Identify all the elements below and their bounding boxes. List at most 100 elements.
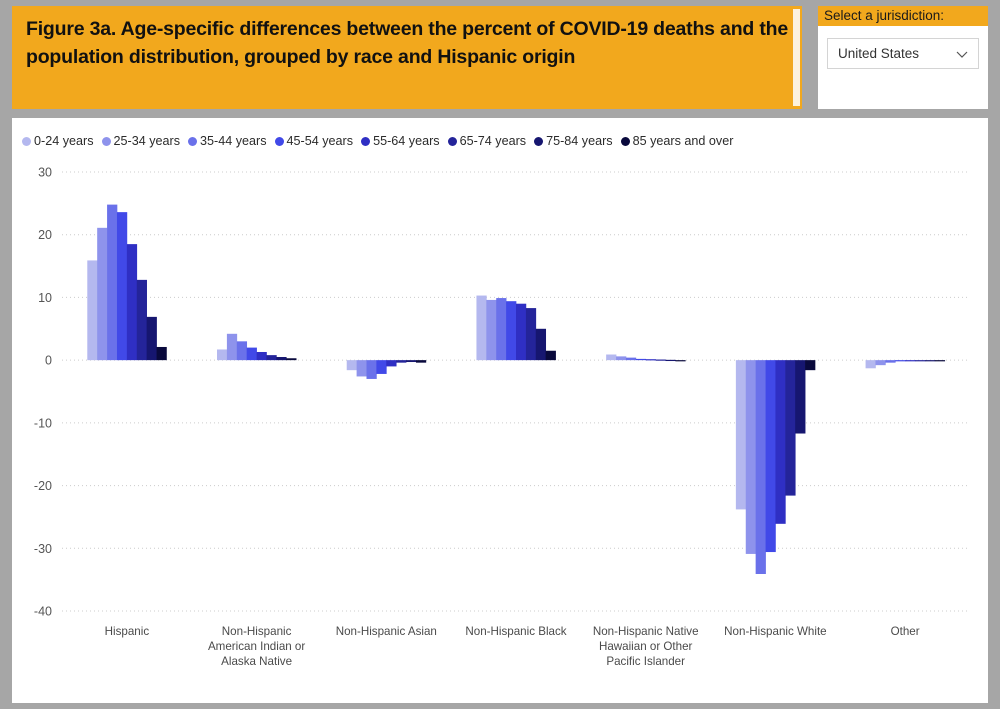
- y-axis-tick-label: 30: [38, 166, 52, 180]
- legend-item-label: 75-84 years: [546, 134, 613, 148]
- x-axis-category-label: Pacific Islander: [606, 655, 685, 668]
- legend-item-label: 45-54 years: [286, 134, 354, 148]
- bar[interactable]: [915, 360, 926, 362]
- bar[interactable]: [396, 360, 407, 363]
- legend-item-label: 35-44 years: [200, 134, 267, 148]
- bar[interactable]: [116, 212, 128, 361]
- bar[interactable]: [616, 356, 627, 361]
- bar[interactable]: [506, 301, 517, 361]
- bar[interactable]: [276, 357, 287, 361]
- bar[interactable]: [885, 360, 896, 363]
- bar[interactable]: [655, 359, 666, 361]
- bar[interactable]: [286, 358, 297, 361]
- bar[interactable]: [146, 316, 157, 361]
- y-axis-tick-label: 0: [45, 354, 52, 368]
- legend-color-swatch: [361, 136, 371, 146]
- bar[interactable]: [87, 260, 98, 361]
- x-axis-category-label: Other: [891, 625, 920, 638]
- bar[interactable]: [476, 295, 487, 361]
- legend-item[interactable]: 35-44 years: [188, 134, 267, 148]
- title-scrollbar[interactable]: [793, 9, 800, 106]
- bar[interactable]: [865, 360, 876, 369]
- chart-card: 0-24 years 25-34 years 35-44 years 45-54 ye…: [12, 118, 988, 703]
- jurisdiction-slicer-card: Select a jurisdiction: United States: [818, 6, 988, 109]
- x-axis-category-label: Non-Hispanic Black: [465, 625, 566, 638]
- legend-item[interactable]: 0-24 years: [22, 134, 94, 148]
- bar[interactable]: [755, 360, 766, 574]
- legend-color-swatch: [447, 136, 457, 146]
- bar[interactable]: [525, 308, 537, 361]
- x-axis-category-label: Hispanic: [105, 625, 150, 638]
- legend-item[interactable]: 85 years and over: [620, 134, 733, 148]
- chart-plot-area: 30 20 10 0 -10 -20 -30 -40 Hispanic Non-Hispanic A…: [12, 158, 988, 703]
- jurisdiction-dropdown[interactable]: United States: [827, 38, 979, 69]
- legend-item-label: 65-74 years: [459, 134, 527, 148]
- y-axis-tick-label: -10: [34, 416, 52, 430]
- bar[interactable]: [535, 328, 547, 361]
- bar[interactable]: [156, 346, 167, 361]
- bar[interactable]: [386, 360, 397, 367]
- bar[interactable]: [785, 360, 796, 496]
- bar[interactable]: [406, 360, 417, 363]
- bar[interactable]: [346, 360, 357, 371]
- legend-color-swatch: [101, 136, 111, 146]
- legend-item[interactable]: 55-64 years: [361, 134, 440, 148]
- legend-item[interactable]: 45-54 years: [274, 134, 354, 148]
- legend-item-label: 0-24 years: [34, 134, 94, 148]
- legend-item-label: 25-34 years: [113, 134, 181, 148]
- y-axis-tick-label: 20: [38, 228, 52, 242]
- bar[interactable]: [795, 360, 806, 434]
- bar[interactable]: [97, 227, 108, 361]
- bar[interactable]: [356, 360, 367, 377]
- slicer-label: Select a jurisdiction:: [818, 6, 988, 26]
- bar[interactable]: [496, 298, 507, 361]
- x-axis-category-label: Non-Hispanic Native: [593, 625, 699, 638]
- legend-color-swatch: [534, 136, 544, 146]
- dashboard-page: Figure 3a. Age-specific differences betw…: [0, 0, 1000, 709]
- x-axis-category-label: American Indian or: [208, 640, 305, 653]
- legend-item[interactable]: 25-34 years: [101, 134, 181, 148]
- bar[interactable]: [246, 347, 257, 361]
- bar[interactable]: [236, 341, 248, 361]
- bar[interactable]: [645, 359, 656, 361]
- bar[interactable]: [934, 360, 946, 362]
- bar[interactable]: [675, 360, 686, 362]
- y-axis-tick-label: 10: [38, 291, 52, 305]
- x-axis-category-label: Non-Hispanic: [222, 625, 292, 638]
- legend-color-swatch: [188, 136, 198, 146]
- bar[interactable]: [625, 357, 637, 361]
- figure-title-card: Figure 3a. Age-specific differences betw…: [12, 6, 802, 109]
- bar[interactable]: [606, 354, 617, 361]
- legend-item-label: 55-64 years: [373, 134, 440, 148]
- legend-item[interactable]: 65-74 years: [447, 134, 527, 148]
- bar[interactable]: [665, 359, 676, 362]
- bar[interactable]: [107, 204, 118, 361]
- bar[interactable]: [516, 303, 527, 361]
- bar[interactable]: [905, 360, 916, 362]
- bar[interactable]: [376, 360, 387, 374]
- y-axis-tick-label: -40: [34, 605, 52, 619]
- page-title: Figure 3a. Age-specific differences betw…: [26, 18, 788, 68]
- legend-item[interactable]: 75-84 years: [534, 134, 613, 148]
- bar[interactable]: [805, 360, 816, 371]
- bar[interactable]: [745, 360, 756, 554]
- bar[interactable]: [415, 360, 427, 363]
- bar[interactable]: [256, 351, 267, 361]
- bar[interactable]: [366, 360, 377, 379]
- bar[interactable]: [226, 333, 238, 361]
- bar[interactable]: [635, 358, 647, 361]
- bar[interactable]: [217, 349, 228, 361]
- bar[interactable]: [924, 360, 936, 362]
- bar[interactable]: [775, 360, 786, 524]
- bar[interactable]: [126, 244, 138, 361]
- bar[interactable]: [875, 360, 886, 366]
- bar[interactable]: [266, 355, 277, 361]
- y-axis-tick-label: -30: [34, 542, 52, 556]
- bar[interactable]: [765, 360, 776, 553]
- x-axis-category-label: Non-Hispanic Asian: [336, 625, 437, 638]
- bar[interactable]: [895, 360, 906, 362]
- bar[interactable]: [136, 279, 147, 361]
- bar[interactable]: [735, 360, 747, 510]
- bar[interactable]: [486, 299, 497, 361]
- bar[interactable]: [545, 350, 556, 361]
